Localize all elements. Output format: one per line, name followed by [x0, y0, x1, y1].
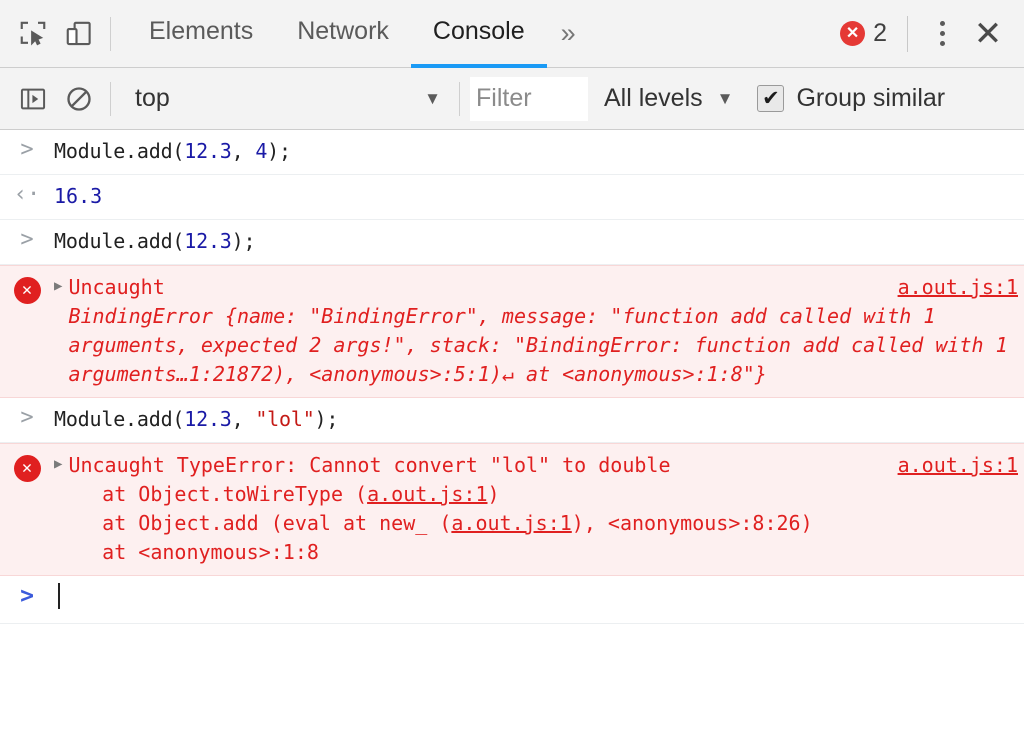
- code-token: );: [267, 139, 291, 163]
- panel-tabs: Elements Network Console »: [127, 0, 590, 68]
- inspect-cursor-icon[interactable]: [10, 11, 56, 57]
- console-error-headline: Uncaught: [68, 273, 885, 302]
- prompt-chevron-icon: >: [20, 407, 33, 429]
- console-sidebar-icon[interactable]: [10, 76, 56, 122]
- filter-input[interactable]: [470, 77, 588, 121]
- devtools-tabbar: Elements Network Console » ✕ 2 ✕: [0, 0, 1024, 68]
- console-error-content: ▶ Uncaught a.out.js:1 ▶ BindingError {na…: [54, 266, 1024, 397]
- prompt-chevron-icon: >: [20, 585, 34, 608]
- code-number: 12.3: [184, 139, 231, 163]
- more-tabs-icon[interactable]: »: [547, 0, 590, 68]
- console-input-content: Module.add(12.3, 4);: [54, 130, 1024, 174]
- code-token: Module.add(: [54, 229, 184, 253]
- error-count-badge[interactable]: ✕ 2: [840, 19, 893, 48]
- code-token: Module.add(: [54, 407, 184, 431]
- text-cursor: [58, 583, 60, 609]
- console-filter-bar: top ▼ All levels ▼ ✔ Group similar: [0, 68, 1024, 130]
- console-result-value: 16.3: [54, 182, 1018, 211]
- group-similar-checkbox[interactable]: ✔: [757, 85, 784, 112]
- code-token: ,: [232, 407, 256, 431]
- code-string: "lol": [255, 407, 314, 431]
- console-error-headline-row: ▶ Uncaught TypeError: Cannot convert "lo…: [54, 451, 1018, 480]
- console-input-content: Module.add(12.3);: [54, 220, 1024, 264]
- tab-network[interactable]: Network: [275, 0, 411, 68]
- console-error-row[interactable]: ✕ ▶ Uncaught a.out.js:1 ▶ BindingError {…: [0, 265, 1024, 398]
- console-error-headline: Uncaught TypeError: Cannot convert "lol"…: [68, 451, 885, 480]
- console-result-content: 16.3: [54, 175, 1024, 219]
- console-input-row[interactable]: > Module.add(12.3, "lol");: [0, 398, 1024, 443]
- stack-frame-text: at <anonymous>:1:8: [54, 540, 319, 564]
- code-number: 12.3: [184, 407, 231, 431]
- console-input-code: Module.add(12.3, 4);: [54, 137, 1018, 166]
- tab-elements[interactable]: Elements: [127, 0, 275, 68]
- result-arrow-icon: ‹·: [14, 184, 41, 206]
- stack-frame-text: at Object.toWireType (: [54, 482, 367, 506]
- input-gutter: >: [0, 398, 54, 429]
- log-level-selector[interactable]: All levels ▼: [604, 84, 739, 113]
- console-input-row[interactable]: > Module.add(12.3, 4);: [0, 130, 1024, 175]
- console-error-object: BindingError {name: "BindingError", mess…: [68, 302, 1018, 389]
- code-token: );: [315, 407, 339, 431]
- console-error-object-row: ▶ BindingError {name: "BindingError", me…: [54, 302, 1018, 389]
- device-toolbar-icon[interactable]: [56, 11, 102, 57]
- chevron-down-icon: ▼: [418, 89, 447, 109]
- filterbar-divider-2: [459, 82, 460, 116]
- console-error-headline-row: ▶ Uncaught a.out.js:1: [54, 273, 1018, 302]
- console-input-content: Module.add(12.3, "lol");: [54, 398, 1024, 442]
- stack-frame-text: ), <anonymous>:8:26): [572, 511, 813, 535]
- result-gutter: ‹·: [0, 175, 54, 206]
- devtools-window: Elements Network Console » ✕ 2 ✕: [0, 0, 1024, 730]
- error-source-link[interactable]: a.out.js:1: [886, 273, 1018, 302]
- code-token: Module.add(: [54, 139, 184, 163]
- console-message-list[interactable]: > Module.add(12.3, 4); ‹· 16.3 > Module.…: [0, 130, 1024, 730]
- code-number: 12.3: [184, 229, 231, 253]
- group-similar-label: Group similar: [796, 84, 945, 113]
- error-count-label: 2: [873, 19, 887, 48]
- tab-console[interactable]: Console: [411, 0, 547, 68]
- console-input-code: Module.add(12.3);: [54, 227, 1018, 256]
- console-input-row[interactable]: > Module.add(12.3);: [0, 220, 1024, 265]
- code-number: 4: [255, 139, 267, 163]
- filterbar-divider-1: [110, 82, 111, 116]
- console-input-code: Module.add(12.3, "lol");: [54, 405, 1018, 434]
- log-level-label: All levels: [604, 84, 703, 113]
- toolbar-divider: [110, 17, 111, 51]
- expand-triangle-icon[interactable]: ▶: [54, 451, 68, 478]
- console-prompt-content[interactable]: [54, 576, 1024, 617]
- execution-context-selector[interactable]: top ▼: [121, 77, 451, 121]
- input-gutter: >: [0, 130, 54, 161]
- execution-context-value: top: [135, 84, 418, 113]
- error-gutter: ✕: [0, 266, 54, 304]
- chevron-down-icon: ▼: [711, 89, 740, 109]
- console-error-stack: at Object.toWireType (a.out.js:1) at Obj…: [54, 480, 1018, 567]
- clear-console-icon[interactable]: [56, 76, 102, 122]
- stack-frame-text: at Object.add (eval at new_ (: [54, 511, 451, 535]
- console-error-content: ▶ Uncaught TypeError: Cannot convert "lo…: [54, 444, 1024, 575]
- tabbar-divider-2: [907, 16, 908, 52]
- error-circle-icon: ✕: [840, 21, 865, 46]
- code-token: ,: [232, 139, 256, 163]
- prompt-gutter: >: [0, 576, 54, 608]
- error-source-link[interactable]: a.out.js:1: [886, 451, 1018, 480]
- prompt-chevron-icon: >: [20, 229, 33, 251]
- expand-triangle-icon[interactable]: ▶: [54, 273, 68, 300]
- error-circle-icon: ✕: [14, 455, 41, 482]
- group-similar-toggle[interactable]: ✔ Group similar: [757, 84, 945, 113]
- input-gutter: >: [0, 220, 54, 251]
- stack-frame-link[interactable]: a.out.js:1: [367, 482, 487, 506]
- console-result-row[interactable]: ‹· 16.3: [0, 175, 1024, 220]
- close-icon[interactable]: ✕: [962, 17, 1014, 51]
- error-gutter: ✕: [0, 444, 54, 482]
- prompt-chevron-icon: >: [20, 139, 33, 161]
- console-error-row[interactable]: ✕ ▶ Uncaught TypeError: Cannot convert "…: [0, 443, 1024, 576]
- error-circle-icon: ✕: [14, 277, 41, 304]
- stack-frame-text: ): [488, 482, 500, 506]
- code-token: );: [232, 229, 256, 253]
- console-prompt-row[interactable]: >: [0, 576, 1024, 624]
- stack-frame-link[interactable]: a.out.js:1: [451, 511, 571, 535]
- kebab-menu-icon[interactable]: [922, 21, 962, 46]
